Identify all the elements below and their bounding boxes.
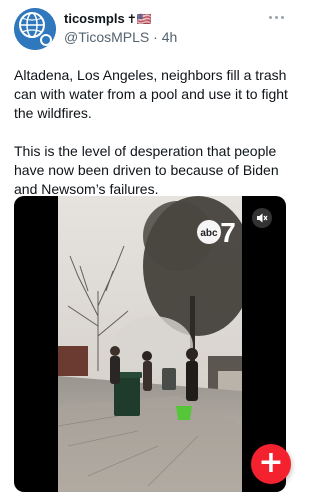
author-handle-line: @TicosMPLS · 4h — [64, 29, 177, 45]
author-name-text: ticosmpls — [64, 11, 125, 26]
mute-button[interactable] — [252, 208, 272, 228]
more-options-icon[interactable] — [265, 10, 287, 24]
post-header: ticosmpls ✝🇺🇸 @TicosMPLS · 4h — [0, 0, 301, 56]
compose-button[interactable]: + — [251, 444, 291, 484]
avatar[interactable] — [14, 8, 56, 50]
post-paragraph-2: This is the level of desperation that pe… — [14, 143, 279, 197]
watermark-abc-text: abc — [200, 228, 218, 239]
separator-dot: · — [153, 29, 158, 45]
cross-flag-badge: ✝🇺🇸 — [126, 12, 152, 26]
author-display-name[interactable]: ticosmpls ✝🇺🇸 — [64, 11, 152, 26]
more-dot — [280, 15, 284, 19]
watermark-number-text: 7 — [220, 217, 236, 246]
post-text: Altadena, Los Angeles, neighbors fill a … — [14, 66, 290, 199]
plus-icon: + — [258, 445, 284, 480]
globe-logo-icon — [14, 8, 56, 50]
author-handle[interactable]: @TicosMPLS — [64, 29, 149, 45]
speaker-muted-icon — [257, 213, 268, 223]
more-dot — [268, 15, 272, 19]
abc7-watermark: abc 7 — [194, 216, 238, 246]
post-paragraph-1: Altadena, Los Angeles, neighbors fill a … — [14, 67, 288, 121]
abc7-logo-icon: abc 7 — [197, 217, 236, 246]
video-player[interactable]: abc 7 — [14, 196, 286, 492]
video-frame[interactable]: abc 7 — [58, 196, 242, 492]
more-dot — [274, 15, 278, 19]
post-timestamp[interactable]: 4h — [162, 29, 178, 45]
